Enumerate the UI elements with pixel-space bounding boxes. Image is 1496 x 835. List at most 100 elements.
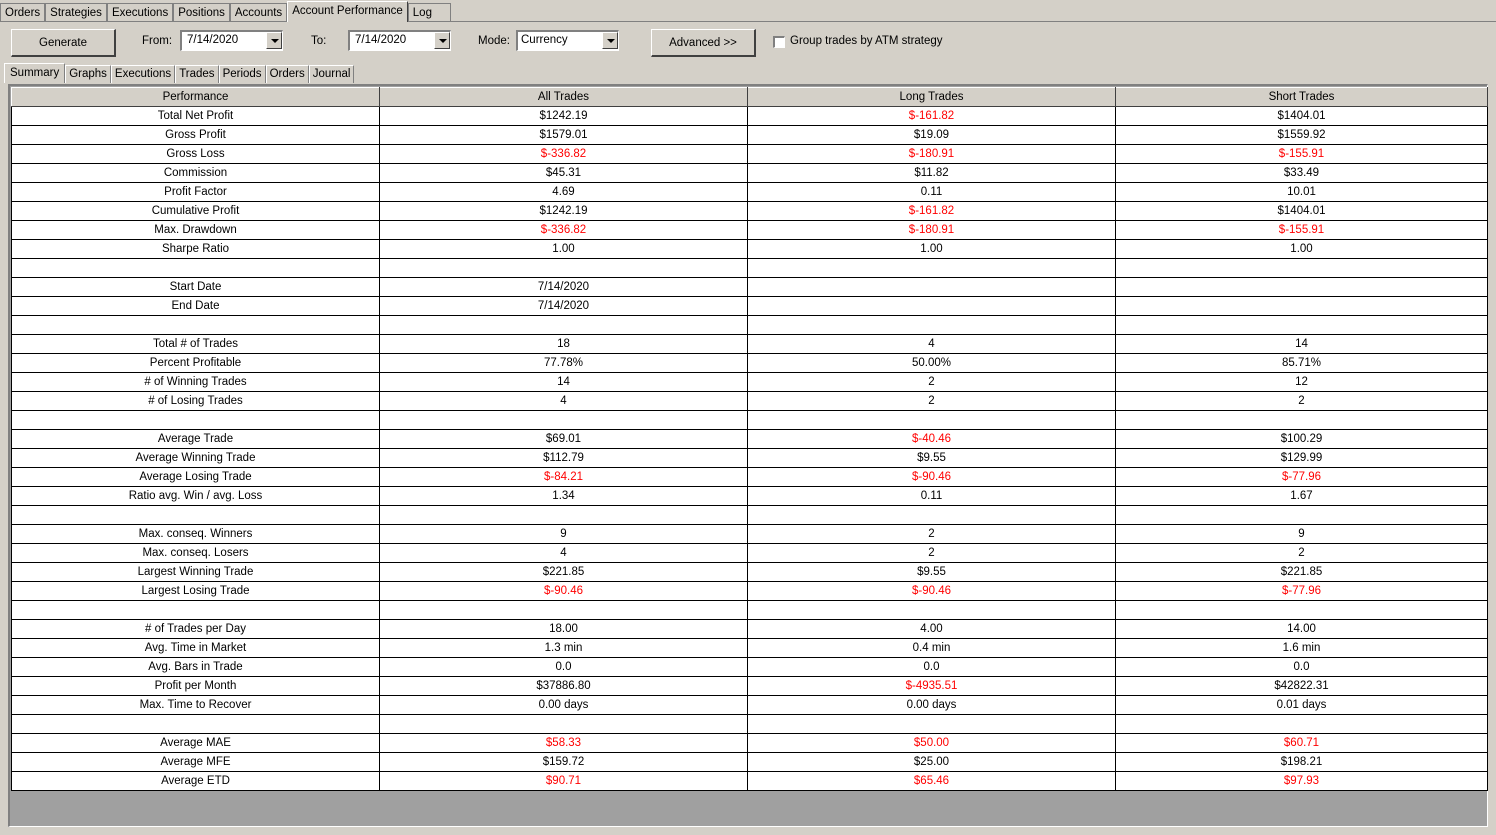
metric-value: 0.00 days xyxy=(379,695,748,715)
metric-label: Gross Profit xyxy=(11,125,380,145)
metric-value: 1.00 xyxy=(1115,239,1488,259)
metric-value: 1.3 min xyxy=(379,638,748,658)
mode-label: Mode: xyxy=(478,35,510,47)
tab-orders[interactable]: Orders xyxy=(0,3,46,21)
report-tab-trades[interactable]: Trades xyxy=(175,65,219,83)
metric-value: 0.4 min xyxy=(747,638,1116,658)
table-row xyxy=(11,258,1488,278)
table-row xyxy=(11,714,1488,734)
metric-value: 2 xyxy=(747,391,1116,411)
table-row: Profit Factor 4.69 0.11 10.01 xyxy=(11,182,1488,202)
metric-value xyxy=(747,277,1116,297)
metric-value xyxy=(379,600,748,620)
tab-log[interactable]: Log xyxy=(407,3,451,21)
metric-label: Cumulative Profit xyxy=(11,201,380,221)
mode-select[interactable]: Currency xyxy=(516,30,619,51)
metric-value: $-4935.51 xyxy=(747,676,1116,696)
table-row: Profit per Month $37886.80 $-4935.51 $42822… xyxy=(11,676,1488,696)
metric-value: $65.46 xyxy=(747,771,1116,791)
metric-label: Total # of Trades xyxy=(11,334,380,354)
metric-value: 0.0 xyxy=(379,657,748,677)
metric-label: Average Trade xyxy=(11,429,380,449)
metric-value: $42822.31 xyxy=(1115,676,1488,696)
metric-value: $-90.46 xyxy=(747,581,1116,601)
tab-strategies[interactable]: Strategies xyxy=(45,3,107,21)
metric-value: $221.85 xyxy=(379,562,748,582)
metric-value: $11.82 xyxy=(747,163,1116,183)
table-row: # of Winning Trades 14 2 12 xyxy=(11,372,1488,392)
metric-value: $100.29 xyxy=(1115,429,1488,449)
tab-executions[interactable]: Executions xyxy=(106,3,174,21)
metric-value xyxy=(747,505,1116,525)
column-header-short-trades[interactable]: Short Trades xyxy=(1115,87,1488,107)
metric-value: 2 xyxy=(747,372,1116,392)
metric-value: 0.01 days xyxy=(1115,695,1488,715)
metric-value: $159.72 xyxy=(379,752,748,772)
metric-value xyxy=(747,315,1116,335)
metric-label: Max. conseq. Losers xyxy=(11,543,380,563)
metric-label xyxy=(11,315,380,335)
metric-value xyxy=(747,258,1116,278)
metric-value xyxy=(747,600,1116,620)
metric-value: $1404.01 xyxy=(1115,106,1488,126)
report-tab-summary[interactable]: Summary xyxy=(4,63,66,83)
tab-accounts[interactable]: Accounts xyxy=(229,3,288,21)
metric-value: $45.31 xyxy=(379,163,748,183)
metric-value: 77.78% xyxy=(379,353,748,373)
report-tab-periods[interactable]: Periods xyxy=(218,65,266,83)
report-tab-orders[interactable]: Orders xyxy=(265,65,309,83)
table-row: Sharpe Ratio 1.00 1.00 1.00 xyxy=(11,239,1488,259)
dropdown-arrow-icon[interactable] xyxy=(602,32,618,49)
metric-label: Start Date xyxy=(11,277,380,297)
table-row: Commission $45.31 $11.82 $33.49 xyxy=(11,163,1488,183)
metric-value xyxy=(379,714,748,734)
group-by-atm-checkbox[interactable] xyxy=(773,36,785,48)
metric-value: $58.33 xyxy=(379,733,748,753)
table-row: Average Winning Trade $112.79 $9.55 $129.99 xyxy=(11,448,1488,468)
report-tab-graphs[interactable]: Graphs xyxy=(65,65,111,83)
report-tab-executions[interactable]: Executions xyxy=(110,65,176,83)
metric-label xyxy=(11,505,380,525)
tab-account-performance[interactable]: Account Performance xyxy=(287,1,408,22)
metric-value: $-336.82 xyxy=(379,144,748,164)
metric-label: Profit Factor xyxy=(11,182,380,202)
from-date-value: 7/14/2020 xyxy=(187,34,239,46)
metric-value: $1404.01 xyxy=(1115,201,1488,221)
dropdown-arrow-icon[interactable] xyxy=(434,32,450,49)
advanced-button[interactable]: Advanced >> xyxy=(651,29,756,57)
table-row: Total # of Trades 18 4 14 xyxy=(11,334,1488,354)
table-row: Gross Profit $1579.01 $19.09 $1559.92 xyxy=(11,125,1488,145)
column-header-all-trades[interactable]: All Trades xyxy=(379,87,748,107)
from-label: From: xyxy=(142,35,173,47)
table-row: Max. Time to Recover 0.00 days 0.00 days 0.… xyxy=(11,695,1488,715)
metric-value: $-180.91 xyxy=(747,144,1116,164)
metric-value: 4 xyxy=(379,391,748,411)
tab-positions[interactable]: Positions xyxy=(173,3,230,21)
metric-label: Ratio avg. Win / avg. Loss xyxy=(11,486,380,506)
group-by-atm-label[interactable]: Group trades by ATM strategy xyxy=(790,35,943,47)
metric-value xyxy=(1115,505,1488,525)
column-header-long-trades[interactable]: Long Trades xyxy=(747,87,1116,107)
table-row: Percent Profitable 77.78% 50.00% 85.71% xyxy=(11,353,1488,373)
column-header-performance[interactable]: Performance xyxy=(11,87,380,107)
metric-label: End Date xyxy=(11,296,380,316)
table-row: Cumulative Profit $1242.19 $-161.82 $1404.0… xyxy=(11,201,1488,221)
metric-value: $-84.21 xyxy=(379,467,748,487)
metric-value: 1.6 min xyxy=(1115,638,1488,658)
from-date-field[interactable]: 7/14/2020 xyxy=(180,30,283,51)
table-row: Max. conseq. Losers 4 2 2 xyxy=(11,543,1488,563)
report-tab-journal[interactable]: Journal xyxy=(308,65,355,83)
table-header-row: Performance All Trades Long Trades Short Tr… xyxy=(11,87,1488,107)
report-tab-strip: Summary Graphs Executions Trades Periods Orde… xyxy=(4,63,355,83)
metric-value: $-161.82 xyxy=(747,106,1116,126)
metric-label: Gross Loss xyxy=(11,144,380,164)
metric-value: 14 xyxy=(1115,334,1488,354)
metric-value xyxy=(1115,714,1488,734)
metric-value xyxy=(747,296,1116,316)
to-date-field[interactable]: 7/14/2020 xyxy=(348,30,451,51)
dropdown-arrow-icon[interactable] xyxy=(266,32,282,49)
metric-label: Average Winning Trade xyxy=(11,448,380,468)
metric-label: Avg. Time in Market xyxy=(11,638,380,658)
generate-button[interactable]: Generate xyxy=(11,29,116,57)
metric-label: Profit per Month xyxy=(11,676,380,696)
